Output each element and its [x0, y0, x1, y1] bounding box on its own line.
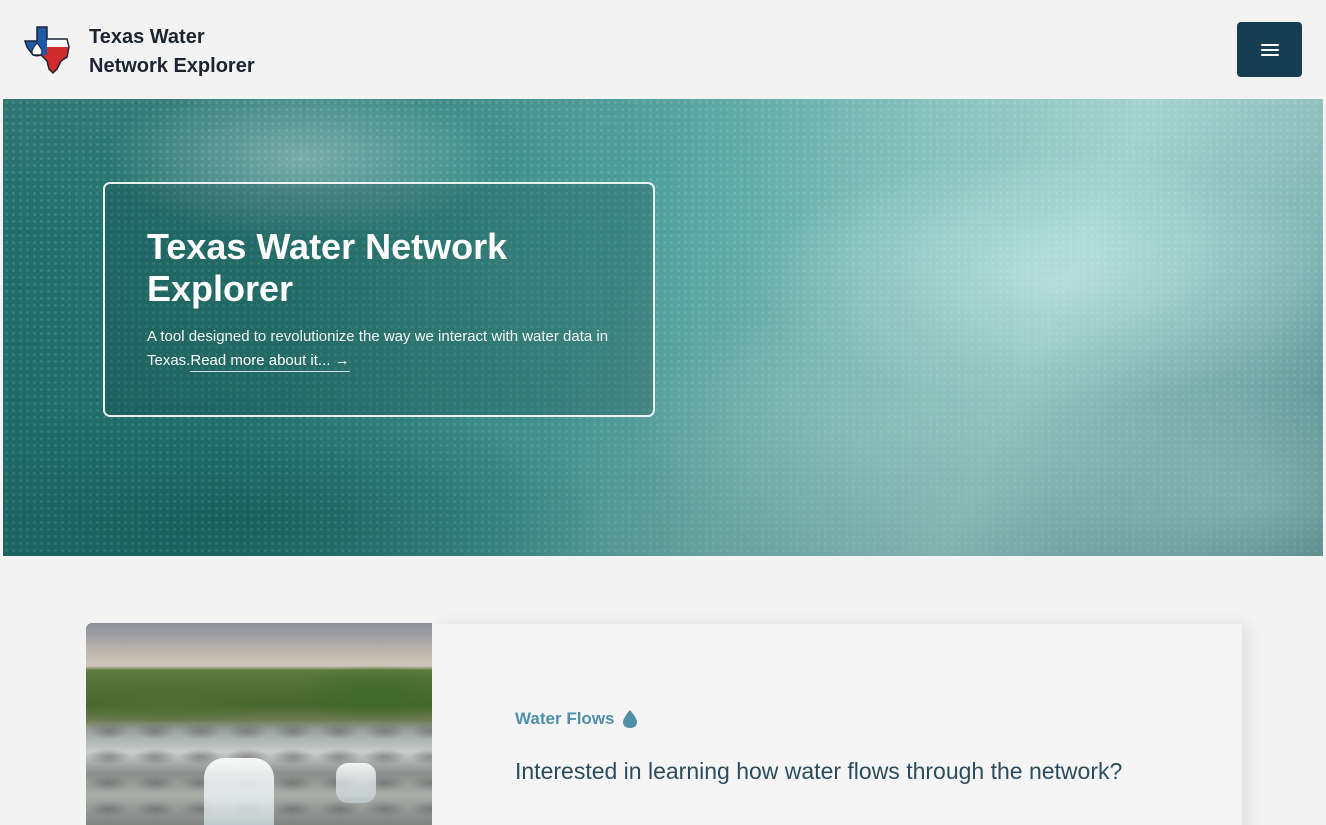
- water-drop-icon: [622, 709, 638, 729]
- hero-description: A tool designed to revolutionize the way…: [147, 325, 627, 373]
- brand-line-2: Network Explorer: [89, 55, 255, 77]
- hero-banner: Texas Water Network Explorer A tool desi…: [3, 99, 1323, 556]
- hero-card: Texas Water Network Explorer A tool desi…: [103, 182, 655, 417]
- read-more-link[interactable]: Read more about it... →: [190, 352, 350, 372]
- brand-line-1: Texas Water: [89, 26, 205, 48]
- menu-button[interactable]: [1237, 22, 1302, 77]
- feature-label-text: Water Flows: [515, 709, 615, 728]
- waterfall-image: [86, 623, 432, 825]
- hamburger-icon: [1260, 43, 1279, 56]
- site-brand[interactable]: Texas Water Network Explorer: [89, 23, 255, 81]
- feature-label: Water Flows: [515, 709, 638, 729]
- texas-flag-logo-icon[interactable]: [23, 25, 73, 75]
- site-header: Texas Water Network Explorer: [0, 0, 1326, 99]
- feature-text: Interested in learning how water flows t…: [515, 758, 1123, 784]
- hero-title: Texas Water Network Explorer: [147, 226, 508, 309]
